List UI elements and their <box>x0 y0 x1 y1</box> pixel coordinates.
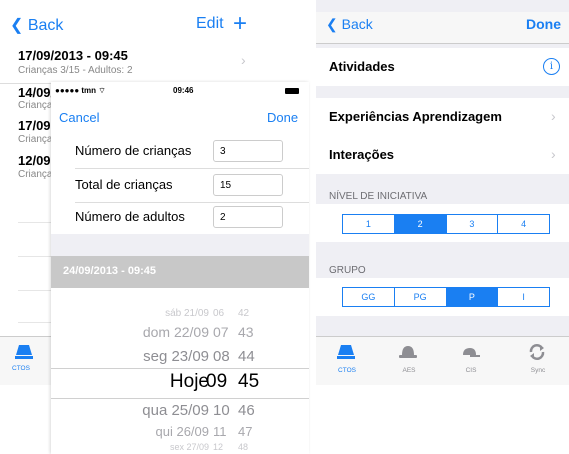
nivel-option-1[interactable]: 1 <box>343 215 395 233</box>
nivel-option-3[interactable]: 3 <box>447 215 499 233</box>
field-row: Total de crianças 15 <box>51 168 309 202</box>
picker-date: seg 23/09 <box>143 348 209 365</box>
section-gap <box>51 234 309 256</box>
picker-hour: 12 <box>213 442 224 452</box>
criancas-input[interactable]: 3 <box>213 140 283 162</box>
hat-icon <box>399 346 417 358</box>
selected-date-bar[interactable]: 24/09/2013 - 09:45 <box>51 256 309 288</box>
field-label: Total de crianças <box>75 177 173 192</box>
grupo-option-p[interactable]: P <box>446 288 499 306</box>
tab-label: AES <box>402 367 416 374</box>
nivel-option-2[interactable]: 2 <box>394 215 447 233</box>
selected-datetime: 24/09/2013 - 09:45 <box>63 265 156 277</box>
picker-minute: 44 <box>238 348 255 365</box>
total-criancas-input[interactable]: 15 <box>213 174 283 196</box>
cancel-button[interactable]: Cancel <box>59 110 99 125</box>
done-button[interactable]: Done <box>267 110 298 125</box>
ctos-icon <box>337 345 355 359</box>
picker-hour: 07 <box>213 324 229 340</box>
picker-hour: 10 <box>213 402 230 419</box>
nivel-option-4[interactable]: 4 <box>498 215 549 233</box>
experiencias-label: Experiências Aprendizagem <box>329 109 502 124</box>
field-label: Número de adultos <box>75 209 185 224</box>
chevron-right-icon: › <box>551 146 556 162</box>
right-screen: ❮ Back Done Atividades i Experiências Ap… <box>316 0 569 385</box>
modal-navbar: Cancel Done <box>51 102 309 132</box>
experiencias-cell[interactable]: Experiências Aprendizagem › <box>316 98 569 136</box>
tab-label: Sync <box>530 367 546 374</box>
nivel-row: 1 2 3 4 <box>316 204 569 242</box>
tab-label: CIS <box>465 367 477 374</box>
back-button[interactable]: ❮ Back <box>10 15 63 35</box>
atividades-label: Atividades <box>329 59 395 74</box>
grupo-row: GG PG P I <box>316 278 569 316</box>
edit-record-modal: ●●●●● tmn ⌔ 09:46 Cancel Done Número de … <box>51 82 309 454</box>
record-datetime: 17/09 <box>18 118 51 133</box>
back-label: Back <box>341 16 373 32</box>
left-navbar: ❮ Back Edit + <box>0 10 262 42</box>
picker-date: sex 27/09 <box>169 442 209 452</box>
picker-selection-line <box>51 398 309 399</box>
record-datetime: 12/09 <box>18 153 51 168</box>
picker-minute: 47 <box>238 424 253 439</box>
info-icon[interactable]: i <box>543 58 560 75</box>
field-row: Número de adultos 2 <box>51 200 309 234</box>
picker-date: sáb 21/09 <box>165 308 209 319</box>
chevron-right-icon: › <box>551 108 556 124</box>
tab-sync[interactable]: Sync <box>513 341 563 383</box>
status-bar: ●●●●● tmn ⌔ 09:46 <box>51 82 309 102</box>
grupo-option-i[interactable]: I <box>498 288 549 306</box>
edit-button[interactable]: Edit <box>196 15 224 33</box>
picker-hour: 11 <box>213 424 227 439</box>
tab-cis[interactable]: CIS <box>446 341 496 383</box>
field-label: Número de crianças <box>75 143 192 158</box>
cap-icon <box>463 348 480 357</box>
picker-minute: 43 <box>238 324 254 340</box>
interacoes-cell[interactable]: Interações › <box>316 136 569 174</box>
picker-hour: 08 <box>213 348 230 365</box>
tab-ctos[interactable]: CTOS <box>322 341 372 383</box>
record-summary: Crianças 3/15 - Adultos: 2 <box>18 65 133 76</box>
nivel-segmented-control[interactable]: 1 2 3 4 <box>342 214 550 234</box>
back-label: Back <box>27 17 64 34</box>
grupo-option-pg[interactable]: PG <box>395 288 447 306</box>
right-navbar: ❮ Back Done <box>316 12 569 44</box>
ctos-icon <box>15 345 33 359</box>
done-button[interactable]: Done <box>526 16 561 32</box>
picker-selection-line <box>51 368 309 369</box>
picker-minute: 42 <box>238 308 250 319</box>
adultos-input[interactable]: 2 <box>213 206 283 228</box>
date-time-picker[interactable]: sáb 21/09 06 42 dom 22/09 07 43 seg 23/0… <box>51 288 309 454</box>
atividades-cell[interactable]: Atividades i <box>316 48 569 86</box>
tab-label: CTOS <box>338 367 356 374</box>
tab-bar: CTOS AES CIS Sync <box>316 336 569 385</box>
picker-hour: 09 <box>206 371 228 392</box>
record-datetime: 17/09/2013 - 09:45 <box>18 48 128 63</box>
field-row: Número de crianças 3 <box>51 134 309 168</box>
picker-date: qui 26/09 <box>155 424 210 439</box>
chevron-right-icon: › <box>241 52 246 68</box>
carrier-signal: ●●●●● tmn ⌔ <box>55 86 106 95</box>
picker-minute: 45 <box>238 371 260 392</box>
grupo-segmented-control[interactable]: GG PG P I <box>342 287 550 307</box>
picker-date: dom 22/09 <box>142 324 209 340</box>
nivel-header: NÍVEL DE INICIATIVA <box>329 191 428 202</box>
interacoes-label: Interações <box>329 147 395 162</box>
list-item[interactable]: 17/09/2013 - 09:45 Crianças 3/15 - Adult… <box>0 42 262 84</box>
grupo-option-gg[interactable]: GG <box>343 288 395 306</box>
picker-date: Hoje <box>169 371 209 392</box>
add-button[interactable]: + <box>233 10 247 38</box>
picker-date: qua 25/09 <box>142 402 209 419</box>
tab-aes[interactable]: AES <box>384 341 434 383</box>
status-time: 09:46 <box>173 86 194 95</box>
battery-icon <box>285 88 299 94</box>
picker-hour: 06 <box>213 308 225 319</box>
grupo-header: GRUPO <box>329 265 366 276</box>
picker-minute: 48 <box>238 442 249 452</box>
picker-minute: 46 <box>238 402 255 419</box>
back-button[interactable]: ❮ Back <box>326 16 373 33</box>
sync-icon <box>529 344 545 360</box>
tab-label: CTOS <box>12 365 30 372</box>
